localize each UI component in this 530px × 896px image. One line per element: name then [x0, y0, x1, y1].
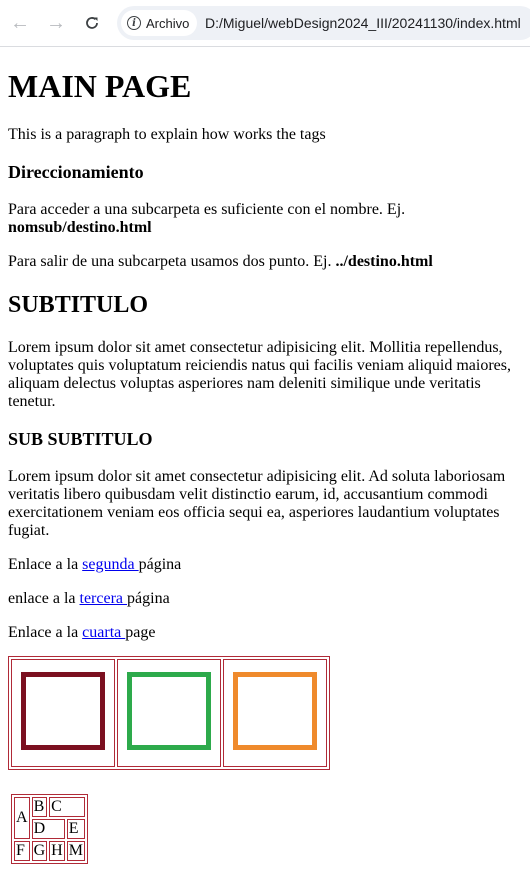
- link-tercera[interactable]: tercera: [80, 590, 128, 607]
- routing-p1-code: nomsub/destino.html: [8, 219, 152, 236]
- box-cell: [11, 659, 115, 767]
- site-info-chip[interactable]: i Archivo: [121, 10, 198, 36]
- link-line-suffix: página: [127, 590, 170, 607]
- reload-icon: [86, 17, 98, 29]
- address-bar[interactable]: i Archivo D:/Miguel/webDesign2024_III/20…: [117, 6, 530, 40]
- cell-e: E: [66, 819, 85, 839]
- sub-subtitle: SUB SUBTITULO: [8, 429, 153, 449]
- dark-red-square: [21, 671, 105, 750]
- routing-paragraph-1: Para acceder a una subcarpeta es suficie…: [8, 201, 522, 237]
- cell-f: F: [14, 841, 30, 861]
- link-line-second: Enlace a la segunda página: [8, 556, 522, 574]
- arrow-left-icon: ←: [10, 12, 30, 34]
- link-line-prefix: enlace a la: [8, 590, 80, 607]
- cell-c: C: [49, 797, 85, 817]
- browser-toolbar: ← → i Archivo D:/Miguel/webDesign2024_II…: [0, 0, 530, 47]
- link-segunda[interactable]: segunda: [82, 556, 138, 573]
- cell-h: H: [49, 841, 65, 861]
- cell-b: B: [31, 797, 48, 817]
- link-line-fourth: Enlace a la cuarta page: [8, 624, 522, 642]
- info-icon: i: [127, 16, 141, 30]
- page-content: MAIN PAGE This is a paragraph to explain…: [8, 68, 522, 864]
- routing-paragraph-2: Para salir de una subcarpeta usamos dos …: [8, 253, 522, 271]
- link-line-suffix: página: [138, 556, 182, 573]
- green-square: [127, 671, 211, 750]
- intro-paragraph: This is a paragraph to explain how works…: [8, 126, 326, 143]
- letters-table: A B C D E F G H M: [11, 794, 88, 864]
- routing-p1-text: Para acceder a una subcarpeta es suficie…: [8, 201, 406, 218]
- arrow-right-icon: →: [46, 12, 66, 34]
- routing-p2-text: Para salir de una subcarpeta usamos dos …: [8, 253, 332, 270]
- cell-d: D: [31, 819, 65, 839]
- link-cuarta[interactable]: cuarta: [82, 624, 125, 641]
- cell-m: M: [66, 841, 85, 861]
- cell-a: A: [14, 797, 30, 839]
- site-info-label: Archivo: [146, 15, 190, 31]
- back-button[interactable]: ←: [7, 10, 33, 36]
- forward-button[interactable]: →: [43, 10, 69, 36]
- link-line-prefix: Enlace a la: [8, 624, 83, 641]
- page-title: MAIN PAGE: [8, 68, 192, 104]
- link-line-third: enlace a la tercera página: [8, 590, 522, 608]
- link-line-suffix: page: [125, 624, 156, 641]
- link-line-prefix: Enlace a la: [8, 556, 83, 573]
- routing-heading: Direccionamiento: [8, 162, 144, 182]
- url-text[interactable]: D:/Miguel/webDesign2024_III/20241130/ind…: [205, 6, 521, 40]
- box-cell: [117, 659, 221, 767]
- colored-boxes-table: [8, 656, 330, 770]
- lorem-paragraph-1: Lorem ipsum dolor sit amet consectetur a…: [8, 339, 512, 410]
- orange-square: [233, 671, 317, 750]
- subtitle: SUBTITULO: [8, 292, 149, 318]
- page-viewport: MAIN PAGE This is a paragraph to explain…: [0, 47, 530, 896]
- box-cell: [223, 659, 327, 767]
- cell-g: G: [31, 841, 48, 861]
- lorem-paragraph-2: Lorem ipsum dolor sit amet consectetur a…: [8, 468, 506, 539]
- routing-p2-code: ../destino.html: [335, 253, 433, 270]
- reload-button[interactable]: [79, 10, 105, 36]
